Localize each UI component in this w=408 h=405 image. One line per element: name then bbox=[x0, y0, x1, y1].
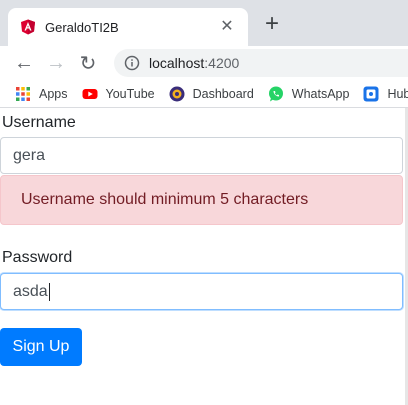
apps-grid-icon bbox=[15, 86, 31, 102]
address-bar[interactable]: localhost:4200 bbox=[114, 49, 408, 77]
page-content: Username gera Username should minimum 5 … bbox=[0, 108, 408, 405]
bookmark-dashboard[interactable]: Dashboard bbox=[169, 86, 254, 102]
angular-icon bbox=[20, 19, 36, 35]
username-error-alert: Username should minimum 5 characters bbox=[0, 175, 403, 225]
password-input[interactable]: asda bbox=[0, 273, 403, 310]
dashboard-icon bbox=[169, 86, 185, 102]
hub-icon bbox=[363, 86, 379, 102]
username-label: Username bbox=[2, 114, 76, 131]
bookmark-label: WhatsApp bbox=[291, 86, 350, 101]
forward-button[interactable]: → bbox=[40, 49, 72, 77]
username-input[interactable]: gera bbox=[0, 137, 403, 174]
text-caret bbox=[48, 282, 50, 301]
bookmark-apps[interactable]: Apps bbox=[15, 86, 68, 102]
username-value: gera bbox=[13, 146, 46, 164]
youtube-icon bbox=[82, 86, 98, 102]
bookmark-whatsapp[interactable]: WhatsApp bbox=[268, 86, 350, 102]
password-value: asda bbox=[13, 282, 48, 300]
new-tab-button[interactable]: + bbox=[258, 11, 286, 39]
browser-tab[interactable]: GeraldoTI2B ✕ bbox=[8, 8, 248, 46]
reload-button[interactable]: ↻ bbox=[72, 49, 104, 77]
bookmarks-bar: Apps YouTube Dashboard WhatsApp Hu bbox=[0, 80, 408, 108]
tab-strip: GeraldoTI2B ✕ + bbox=[0, 0, 408, 46]
username-error-text: Username should minimum 5 characters bbox=[21, 191, 309, 208]
url-port: :4200 bbox=[204, 55, 240, 71]
bookmark-youtube[interactable]: YouTube bbox=[82, 86, 155, 102]
bookmark-hub[interactable]: Hub bbox=[363, 86, 408, 102]
whatsapp-icon bbox=[268, 86, 284, 102]
bookmark-label: Dashboard bbox=[192, 86, 254, 101]
url-host: localhost bbox=[149, 55, 205, 71]
bookmark-label: YouTube bbox=[105, 86, 155, 101]
tab-title: GeraldoTI2B bbox=[45, 19, 119, 35]
close-tab-icon[interactable]: ✕ bbox=[218, 18, 236, 36]
password-label: Password bbox=[2, 249, 73, 266]
bookmark-label: Hub bbox=[387, 86, 408, 101]
browser-toolbar: ← → ↻ localhost:4200 bbox=[0, 46, 408, 80]
info-icon[interactable] bbox=[124, 55, 140, 71]
sign-up-button[interactable]: Sign Up bbox=[0, 328, 82, 366]
bookmark-label: Apps bbox=[39, 86, 68, 101]
back-button[interactable]: ← bbox=[8, 49, 40, 77]
